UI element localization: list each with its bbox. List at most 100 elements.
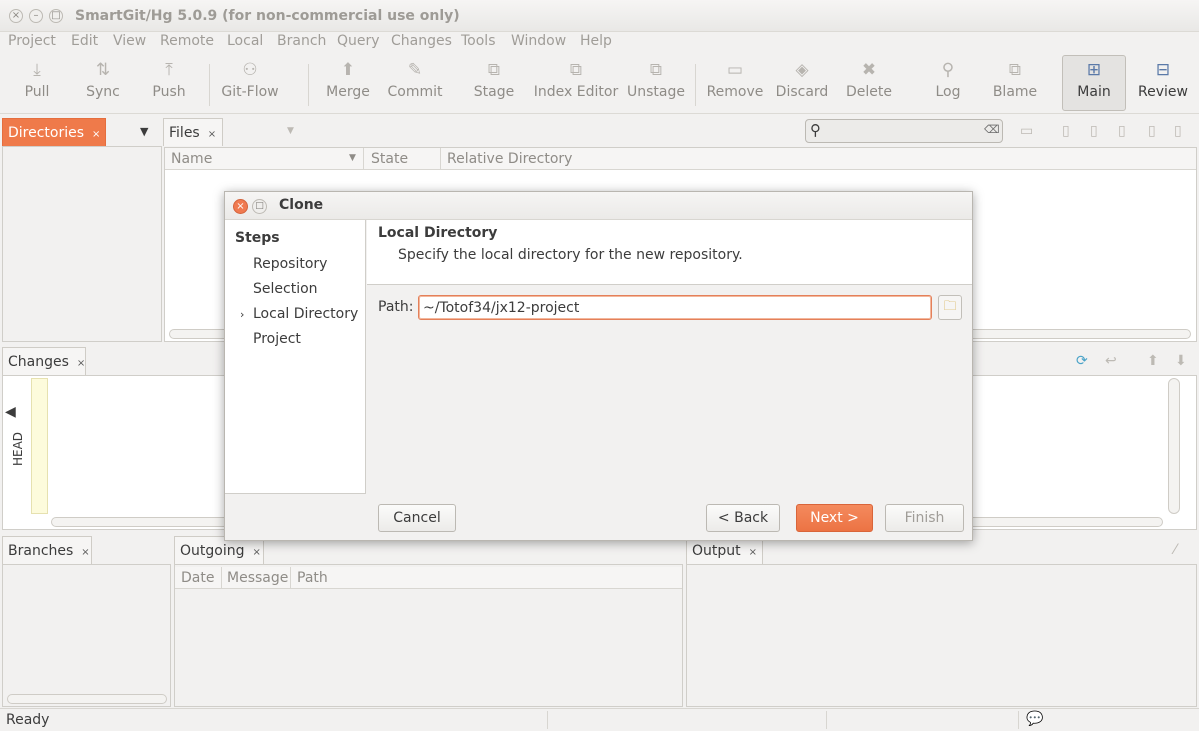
column-path[interactable]: Path	[297, 570, 328, 586]
menu-remote[interactable]: Remote	[160, 33, 214, 49]
blame-icon: ⧉	[1008, 60, 1022, 80]
status-bar: Ready 💬	[0, 708, 1199, 731]
toolbar-separator	[308, 64, 309, 106]
toolbar-separator	[695, 64, 696, 106]
files-table-header: Name ▼ State Relative Directory	[165, 148, 1196, 170]
git-flow-icon: ⚇	[242, 60, 258, 80]
finish-button[interactable]: Finish	[885, 504, 964, 532]
arrow-up-icon[interactable]: ⬆	[1147, 353, 1159, 369]
close-icon[interactable]: ×	[77, 358, 85, 369]
output-view[interactable]	[686, 564, 1197, 707]
toolbar: ⤓ Pull ⇅ Sync ⤒ Push ⚇ Git-Flow ▼ ⬆ Merge ✎ Co…	[0, 52, 1199, 136]
chevron-down-icon[interactable]: ▼	[287, 126, 294, 136]
menu-changes[interactable]: Changes	[391, 33, 452, 49]
browse-folder-button[interactable]: 🗀	[938, 295, 962, 320]
arrow-down-icon[interactable]: ⬇	[1175, 353, 1187, 369]
vertical-scrollbar[interactable]	[1168, 378, 1180, 514]
remove-button[interactable]: ▭ Remove	[706, 58, 764, 110]
back-button[interactable]: < Back	[706, 504, 780, 532]
close-icon[interactable]: ×	[81, 547, 89, 558]
maximize-icon[interactable]: □	[49, 9, 63, 23]
unstage-button[interactable]: ⧉ Unstage	[627, 58, 685, 110]
column-name[interactable]: Name	[171, 151, 212, 167]
directories-tree[interactable]	[2, 146, 162, 342]
chevron-down-icon[interactable]: ▼	[140, 125, 148, 138]
clear-search-icon[interactable]: ⌫	[984, 123, 1000, 136]
menu-tools[interactable]: Tools	[461, 33, 496, 49]
close-icon[interactable]: ×	[9, 9, 23, 23]
column-date[interactable]: Date	[181, 570, 214, 586]
undo-icon[interactable]: ↩	[1105, 353, 1117, 369]
file-icon[interactable]: ▯	[1174, 123, 1182, 139]
cancel-button[interactable]: Cancel	[378, 504, 456, 532]
review-layout-icon: ⊟	[1155, 60, 1171, 80]
remove-icon: ▭	[726, 60, 744, 80]
page-description: Specify the local directory for the new …	[398, 247, 743, 263]
close-icon[interactable]: ×	[92, 129, 100, 140]
commit-icon: ✎	[407, 60, 423, 80]
toolbar-separator	[209, 64, 210, 106]
file-icon[interactable]: ▯	[1118, 123, 1126, 139]
close-icon[interactable]: ×	[233, 199, 248, 214]
merge-button[interactable]: ⬆ Merge	[323, 58, 373, 110]
commit-button[interactable]: ✎ Commit	[386, 58, 444, 110]
search-icon: ⚲	[810, 121, 821, 139]
next-button[interactable]: Next >	[796, 504, 873, 532]
pull-button[interactable]: ⤓ Pull	[14, 58, 60, 110]
refresh-icon[interactable]: ⟳	[1076, 353, 1088, 369]
menu-branch[interactable]: Branch	[277, 33, 326, 49]
tab-files[interactable]: Files ×	[163, 118, 223, 146]
notification-icon[interactable]: 💬	[1026, 711, 1043, 727]
menu-help[interactable]: Help	[580, 33, 612, 49]
minimize-icon[interactable]: –	[29, 9, 43, 23]
close-icon[interactable]: ×	[252, 547, 260, 558]
index-editor-button[interactable]: ⧉ Index Editor	[533, 58, 619, 110]
column-relative-directory[interactable]: Relative Directory	[447, 151, 572, 167]
path-label: Path:	[378, 299, 414, 315]
menu-local[interactable]: Local	[227, 33, 263, 49]
file-icon[interactable]: ▯	[1062, 123, 1070, 139]
branches-tree[interactable]	[2, 564, 171, 707]
outgoing-table[interactable]: Date Message Path	[174, 564, 683, 707]
clear-output-icon[interactable]: ⁄	[1174, 542, 1176, 558]
dialog-title-bar: × □ Clone	[225, 192, 972, 220]
file-icon[interactable]: ▯	[1090, 123, 1098, 139]
close-icon[interactable]: ×	[749, 547, 757, 558]
column-message[interactable]: Message	[227, 570, 288, 586]
steps-list: Steps Repository Selection › Local Direc…	[225, 220, 366, 494]
outgoing-table-header: Date Message Path	[175, 567, 682, 589]
file-filter-icon[interactable]: ▭	[1020, 123, 1033, 139]
git-flow-button[interactable]: ⚇ Git-Flow	[218, 58, 282, 110]
tab-directories[interactable]: Directories ×	[2, 118, 106, 146]
stage-icon: ⧉	[487, 60, 501, 80]
delete-button[interactable]: ✖ Delete	[843, 58, 895, 110]
head-marker-icon: ◀	[5, 404, 16, 420]
sync-button[interactable]: ⇅ Sync	[80, 58, 126, 110]
menu-project[interactable]: Project	[8, 33, 56, 49]
blame-button[interactable]: ⧉ Blame	[990, 58, 1040, 110]
head-label: HEAD	[11, 431, 26, 467]
main-perspective-button[interactable]: ⊞ Main	[1062, 55, 1126, 111]
folder-icon: 🗀	[943, 299, 957, 314]
current-step-marker-icon: ›	[240, 308, 245, 321]
menu-window[interactable]: Window	[511, 33, 566, 49]
window-title: SmartGit/Hg 5.0.9 (for non-commercial us…	[75, 8, 460, 24]
menu-view[interactable]: View	[113, 33, 146, 49]
index-editor-icon: ⧉	[569, 60, 583, 80]
column-state[interactable]: State	[371, 151, 408, 167]
push-button[interactable]: ⤒ Push	[146, 58, 192, 110]
discard-button[interactable]: ◈ Discard	[774, 58, 830, 110]
path-field[interactable]	[418, 295, 932, 320]
file-icon[interactable]: ▯	[1148, 123, 1156, 139]
horizontal-scrollbar[interactable]	[7, 694, 167, 704]
search-input[interactable]: ⚲ ⌫	[805, 119, 1003, 143]
log-button[interactable]: ⚲ Log	[925, 58, 971, 110]
stage-button[interactable]: ⧉ Stage	[471, 58, 517, 110]
tab-branches[interactable]: Branches ×	[2, 536, 92, 564]
maximize-icon[interactable]: □	[252, 199, 267, 214]
menu-query[interactable]: Query	[337, 33, 380, 49]
review-perspective-button[interactable]: ⊟ Review	[1134, 58, 1192, 110]
menu-edit[interactable]: Edit	[71, 33, 98, 49]
tab-changes[interactable]: Changes ×	[2, 347, 86, 375]
close-icon[interactable]: ×	[208, 129, 216, 140]
